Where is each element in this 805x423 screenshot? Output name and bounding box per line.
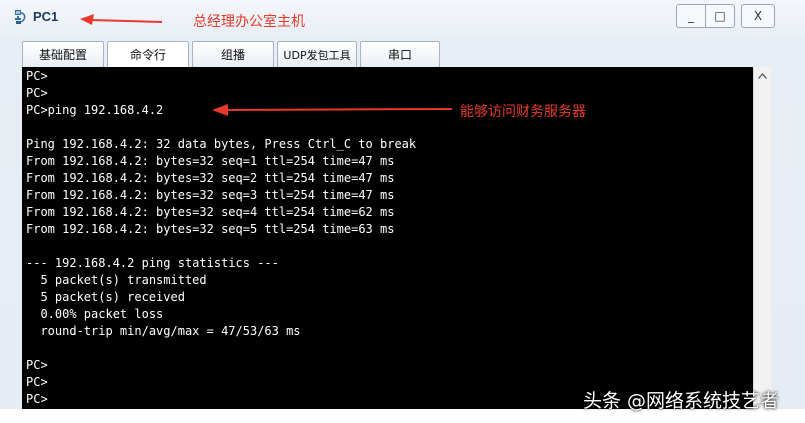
terminal-line: --- 192.168.4.2 ping statistics --- bbox=[26, 256, 279, 270]
ping-arrow-icon bbox=[212, 104, 452, 116]
terminal-scrollbar[interactable] bbox=[753, 67, 771, 409]
window-title: PC1 bbox=[33, 9, 59, 24]
terminal-line: PC>ping 192.168.4.2 bbox=[26, 103, 164, 117]
title-arrow-icon bbox=[80, 14, 162, 25]
command-terminal[interactable]: PC> PC> PC>ping 192.168.4.2 Ping 192.168… bbox=[22, 67, 753, 409]
terminal-line: From 192.168.4.2: bytes=32 seq=5 ttl=254… bbox=[26, 222, 395, 236]
terminal-output: PC> PC> PC>ping 192.168.4.2 Ping 192.168… bbox=[26, 68, 416, 408]
title-annotation: 总经理办公室主机 bbox=[193, 14, 305, 30]
terminal-line: From 192.168.4.2: bytes=32 seq=3 ttl=254… bbox=[26, 188, 395, 202]
terminal-line: 5 packet(s) transmitted bbox=[26, 273, 207, 287]
tab-basic-config[interactable]: 基础配置 bbox=[22, 41, 104, 67]
terminal-line: round-trip min/avg/max = 47/53/63 ms bbox=[26, 324, 301, 338]
terminal-line: 0.00% packet loss bbox=[26, 307, 164, 321]
pc-icon bbox=[14, 9, 30, 25]
minimize-button[interactable]: _ bbox=[676, 4, 706, 28]
terminal-line: PC> bbox=[26, 375, 48, 389]
scroll-up-icon[interactable] bbox=[754, 67, 771, 84]
tab-serial-port[interactable]: 串口 bbox=[360, 41, 440, 67]
tab-bar: 基础配置 命令行 组播 UDP发包工具 串口 bbox=[22, 41, 443, 67]
terminal-line: PC> bbox=[26, 86, 48, 100]
tab-udp-tool[interactable]: UDP发包工具 bbox=[277, 41, 357, 67]
close-button[interactable]: X bbox=[741, 4, 775, 28]
tab-command-line[interactable]: 命令行 bbox=[107, 41, 189, 67]
terminal-line: PC> bbox=[26, 392, 48, 406]
ping-annotation: 能够访问财务服务器 bbox=[460, 104, 586, 120]
terminal-line: 5 packet(s) received bbox=[26, 290, 185, 304]
maximize-button[interactable]: □ bbox=[705, 4, 735, 28]
window-controls: _ □ X bbox=[676, 4, 775, 28]
terminal-line: Ping 192.168.4.2: 32 data bytes, Press C… bbox=[26, 137, 417, 151]
terminal-line: From 192.168.4.2: bytes=32 seq=4 ttl=254… bbox=[26, 205, 395, 219]
pc1-window: PC1 总经理办公室主机 _ □ X 基础配置 命令行 组播 UDP发包工具 串… bbox=[0, 0, 805, 423]
terminal-line: From 192.168.4.2: bytes=32 seq=2 ttl=254… bbox=[26, 171, 395, 185]
terminal-line: PC> bbox=[26, 358, 48, 372]
tab-multicast[interactable]: 组播 bbox=[192, 41, 274, 67]
watermark: 头条 @网络系统技艺者 bbox=[583, 390, 780, 412]
terminal-line: From 192.168.4.2: bytes=32 seq=1 ttl=254… bbox=[26, 154, 395, 168]
title-bar[interactable]: PC1 总经理办公室主机 _ □ X bbox=[0, 0, 805, 34]
terminal-line: PC> bbox=[26, 69, 48, 83]
